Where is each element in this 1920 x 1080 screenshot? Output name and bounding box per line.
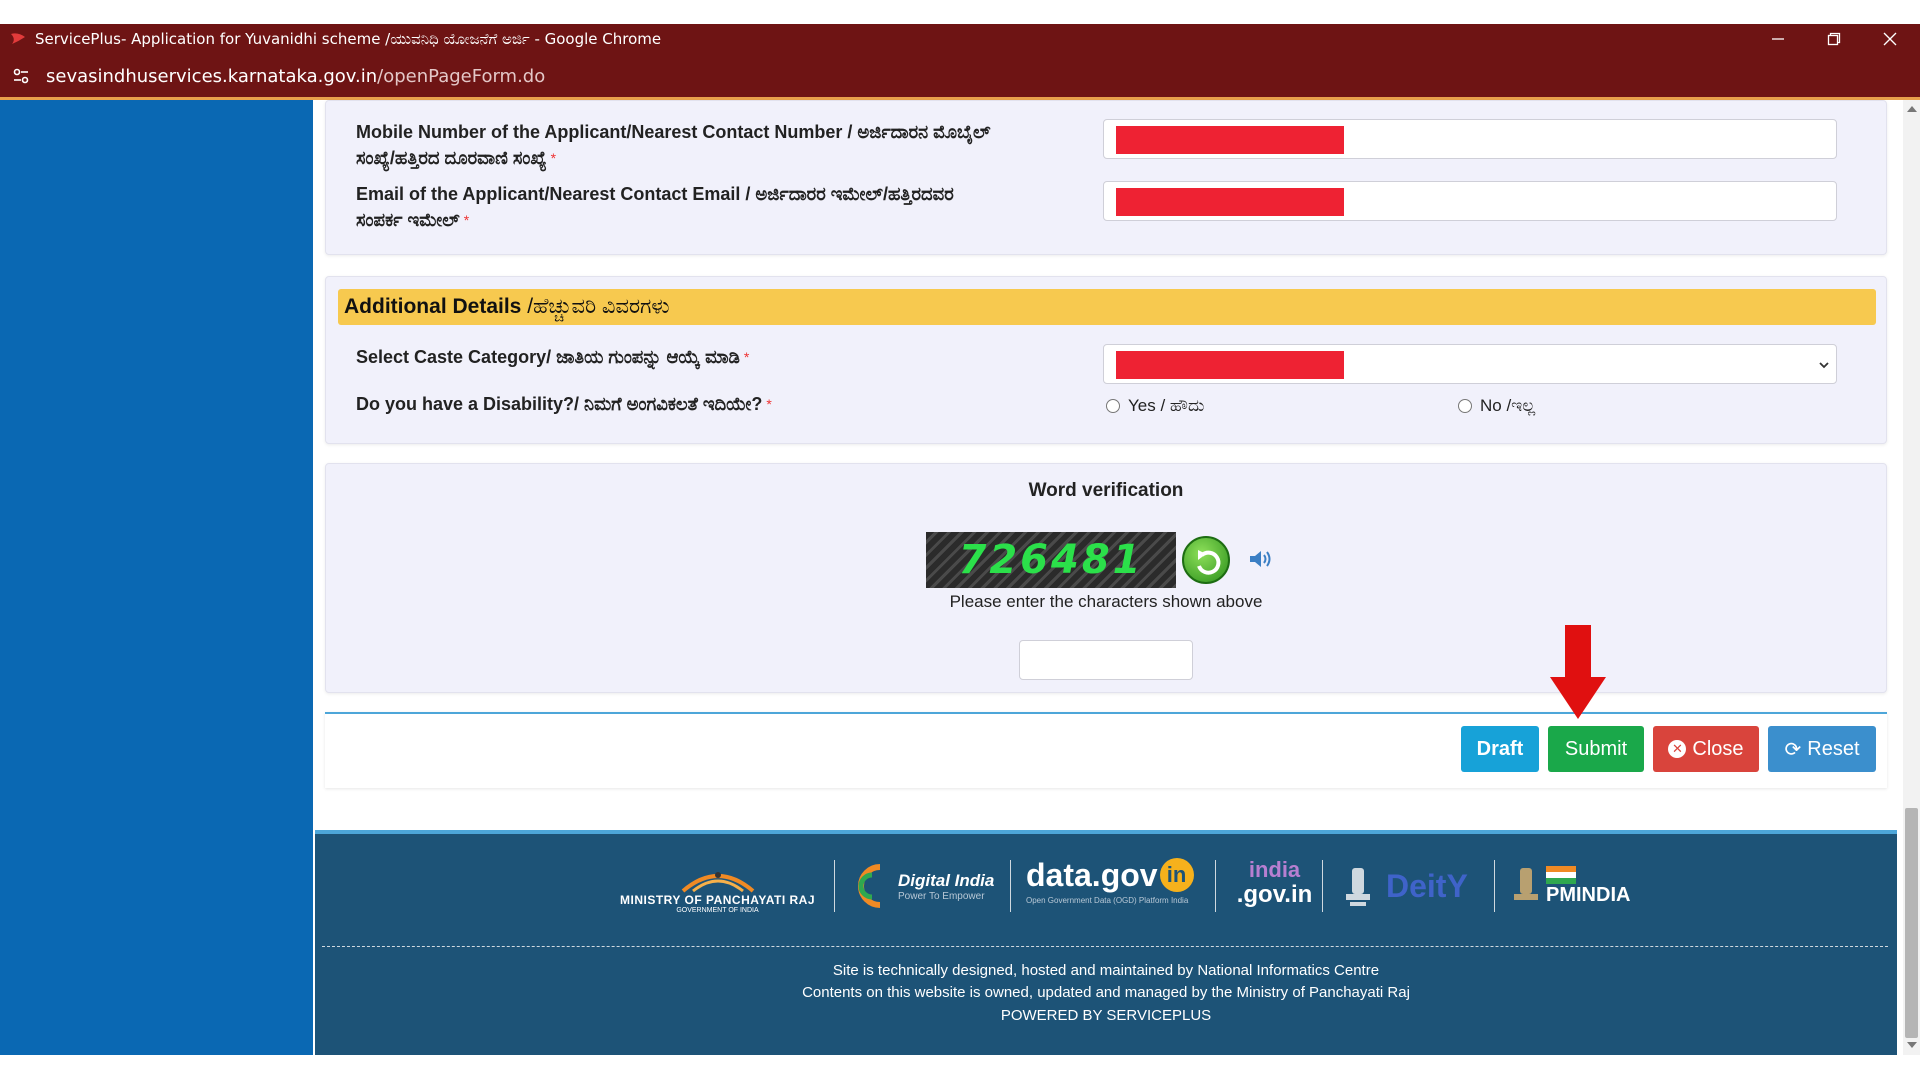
- app-icon: [11, 33, 25, 44]
- digital-india-subtext: Power To Empower: [898, 890, 985, 902]
- footer-divider: [1322, 860, 1323, 912]
- digital-india-text: Digital India: [898, 870, 995, 890]
- arrow-down-icon: [1550, 625, 1606, 719]
- caste-select[interactable]: [1103, 344, 1837, 384]
- url-text[interactable]: sevasindhuservices.karnataka.gov.in/open…: [46, 66, 545, 87]
- email-label: Email of the Applicant/Nearest Contact E…: [356, 184, 954, 230]
- audio-captcha-icon[interactable]: [1248, 548, 1274, 575]
- radio-circle[interactable]: [1106, 399, 1120, 413]
- disability-yes-radio[interactable]: Yes / ಹೌದು: [1106, 396, 1204, 416]
- word-verification-panel: Word verification 726481 Please enter th…: [325, 463, 1887, 693]
- india-flag-icon: [1546, 865, 1576, 884]
- disability-label: Do you have a Disability?/ ನಿಮಗೆ ಅಂಗವಿಕಲ…: [356, 394, 772, 414]
- captcha-input[interactable]: [1019, 640, 1193, 680]
- close-button[interactable]: ✕ Close: [1653, 726, 1759, 772]
- submit-button[interactable]: Submit: [1548, 726, 1644, 772]
- data-gov-subtext: Open Government Data (OGD) Platform Indi…: [1026, 896, 1189, 905]
- refresh-icon: ⟳: [1784, 738, 1802, 761]
- data-gov-text: data.gov: [1026, 857, 1158, 893]
- redacted-mask: [1116, 188, 1344, 216]
- scroll-up-icon[interactable]: [1906, 104, 1918, 114]
- panchayati-raj-logo[interactable]: MINISTRY OF PANCHAYATI RAJ GOVERNMENT OF…: [615, 858, 820, 914]
- india-gov-top-text: india: [1248, 857, 1301, 882]
- pmindia-text: PMINDIA: [1546, 883, 1631, 906]
- digital-india-icon: [858, 864, 881, 908]
- restore-button[interactable]: [1806, 24, 1862, 54]
- action-bar: Draft Submit ✕ Close ⟳ Reset: [325, 712, 1887, 788]
- redacted-mask: [1116, 126, 1344, 154]
- radio-circle[interactable]: [1458, 399, 1472, 413]
- footer-divider: [1494, 860, 1495, 912]
- data-gov-logo[interactable]: data.gov in Open Government Data (OGD) P…: [1026, 858, 1206, 914]
- data-gov-in-badge: in: [1159, 858, 1194, 892]
- footer-divider: [834, 860, 835, 912]
- scrollbar-thumb[interactable]: [1905, 808, 1918, 1038]
- captcha-image: 726481: [926, 532, 1176, 588]
- scroll-down-icon[interactable]: [1906, 1040, 1918, 1050]
- footer-line-1: Site is technically designed, hosted and…: [832, 962, 1380, 979]
- additional-details-panel: Additional Details /ಹೆಚ್ಚುವರಿ ವಿವರಗಳು Se…: [325, 276, 1887, 444]
- india-gov-logo[interactable]: india .gov.in: [1232, 858, 1317, 914]
- national-emblem-icon: [1346, 868, 1370, 906]
- caste-label: Select Caste Category/ ಜಾತಿಯ ಗುಂಪನ್ನು ಆಯ…: [356, 347, 750, 367]
- footer-line-2: Contents on this website is owned, updat…: [802, 984, 1410, 1001]
- footer-line-3: POWERED BY SERVICEPLUS: [1000, 1007, 1212, 1024]
- captcha-instruction: Please enter the characters shown above: [949, 592, 1263, 611]
- window-titlebar: ServicePlus- Application for Yuvanidhi s…: [0, 24, 1920, 54]
- email-input[interactable]: [1103, 181, 1837, 221]
- reset-button[interactable]: ⟳ Reset: [1768, 726, 1876, 772]
- close-circle-icon: ✕: [1668, 740, 1687, 758]
- deity-text: DeitY: [1386, 867, 1468, 904]
- window-title: ServicePlus- Application for Yuvanidhi s…: [35, 30, 662, 48]
- footer-divider: [1010, 860, 1011, 912]
- pmindia-logo[interactable]: PMINDIA: [1510, 858, 1650, 914]
- section-header: Additional Details /ಹೆಚ್ಚುವರಿ ವಿವರಗಳು: [338, 289, 1876, 325]
- refresh-captcha-icon[interactable]: [1182, 536, 1230, 584]
- india-gov-bottom-text: .gov.in: [1236, 881, 1313, 908]
- address-bar[interactable]: sevasindhuservices.karnataka.gov.in/open…: [0, 54, 1920, 98]
- deity-logo[interactable]: DeitY: [1338, 858, 1488, 914]
- disability-no-radio[interactable]: No /ಇಲ್ಲ: [1458, 396, 1535, 416]
- no-label: No /ಇಲ್ಲ: [1480, 396, 1536, 415]
- close-window-button[interactable]: [1862, 24, 1918, 54]
- panchayati-raj-text: MINISTRY OF PANCHAYATI RAJ: [619, 893, 816, 907]
- draft-button[interactable]: Draft: [1461, 726, 1539, 772]
- yes-label: Yes / ಹೌದು: [1128, 396, 1205, 415]
- footer-divider: [1215, 860, 1216, 912]
- left-sidebar: [0, 100, 313, 1055]
- mobile-input[interactable]: [1103, 119, 1837, 159]
- minimize-button[interactable]: [1750, 24, 1806, 54]
- mobile-label: Mobile Number of the Applicant/Nearest C…: [356, 122, 991, 168]
- contact-panel: Mobile Number of the Applicant/Nearest C…: [325, 100, 1887, 255]
- footer-dashed-divider: [322, 946, 1888, 947]
- chevron-down-icon: [1819, 362, 1829, 369]
- digital-india-logo[interactable]: Digital India Power To Empower: [852, 858, 1002, 914]
- national-emblem-icon: [1514, 868, 1538, 900]
- site-settings-icon[interactable]: [10, 65, 32, 87]
- panchayati-raj-subtext: GOVERNMENT OF INDIA: [676, 907, 759, 914]
- redacted-mask: [1116, 351, 1344, 379]
- verification-heading: Word verification: [1028, 480, 1184, 501]
- emblem-icon: [681, 872, 754, 893]
